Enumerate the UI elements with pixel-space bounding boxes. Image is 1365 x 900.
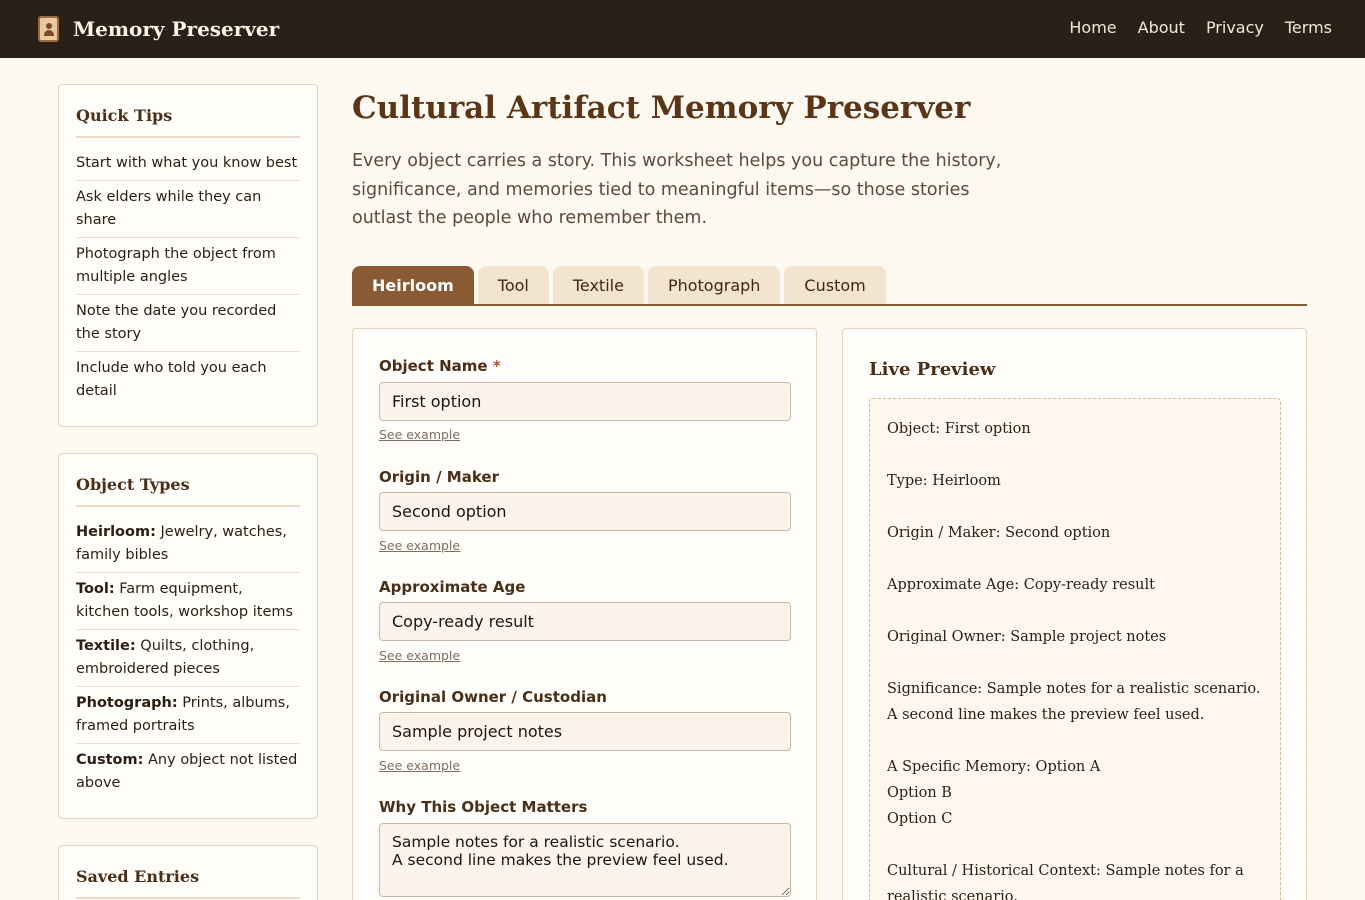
required-marker: * xyxy=(492,357,501,375)
owner-label: Original Owner / Custodian xyxy=(379,688,607,706)
quick-tips-heading: Quick Tips xyxy=(76,106,173,125)
owner-input[interactable] xyxy=(379,712,791,751)
preview-line: Approximate Age: Copy-ready result xyxy=(887,577,1155,593)
origin-input[interactable] xyxy=(379,492,791,531)
tip-item: Photograph the object from multiple angl… xyxy=(76,238,300,295)
object-type-item: Heirloom: Jewelry, watches, family bible… xyxy=(76,516,300,573)
preview-line: Object: First option xyxy=(887,421,1031,437)
worksheet-form: Object Name * See example Origin / Maker… xyxy=(352,328,817,900)
preview-line: Option C xyxy=(887,811,953,827)
preview-output: Object: First option Type: Heirloom Orig… xyxy=(869,398,1281,900)
object-name-input[interactable] xyxy=(379,382,791,421)
tip-item: Note the date you recorded the story xyxy=(76,295,300,352)
object-types-card: Object Types Heirloom: Jewelry, watches,… xyxy=(58,453,318,819)
significance-textarea[interactable]: Sample notes for a realistic scenario. A… xyxy=(379,823,791,897)
object-type-tabs: Heirloom Tool Textile Photograph Custom xyxy=(352,266,886,305)
tab-photograph[interactable]: Photograph xyxy=(647,266,781,305)
tab-custom[interactable]: Custom xyxy=(784,266,886,305)
live-preview-heading: Live Preview xyxy=(869,359,996,380)
brand[interactable]: Memory Preserver xyxy=(38,14,279,44)
nav-privacy-link[interactable]: Privacy xyxy=(1206,18,1264,37)
preview-line: A second line makes the preview feel use… xyxy=(887,707,1205,723)
saved-entries-heading: Saved Entries xyxy=(76,867,200,886)
preview-line: A Specific Memory: Option A xyxy=(887,759,1101,775)
tip-item: Include who told you each detail xyxy=(76,360,267,399)
tab-tool[interactable]: Tool xyxy=(477,266,549,305)
tip-item: Start with what you know best xyxy=(76,147,300,181)
preview-line: Original Owner: Sample project notes xyxy=(887,629,1167,645)
age-example-link[interactable]: See example xyxy=(379,648,460,663)
origin-label: Origin / Maker xyxy=(379,468,499,486)
live-preview-card: Live Preview Object: First option Type: … xyxy=(842,328,1307,900)
age-label: Approximate Age xyxy=(379,578,526,596)
saved-entries-card: Saved Entries xyxy=(58,845,318,900)
object-type-item: Textile: Quilts, clothing, embroidered p… xyxy=(76,630,300,687)
object-type-item: Tool: Farm equipment, kitchen tools, wor… xyxy=(76,573,300,630)
object-name-example-link[interactable]: See example xyxy=(379,427,460,442)
object-type-item: Photograph: Prints, albums, framed portr… xyxy=(76,687,300,744)
significance-label: Why This Object Matters xyxy=(379,798,588,816)
tab-divider xyxy=(352,304,1307,306)
nav-about-link[interactable]: About xyxy=(1138,18,1185,37)
preview-line: Origin / Maker: Second option xyxy=(887,525,1111,541)
tip-item: Ask elders while they can share xyxy=(76,181,300,238)
quick-tips-list: Start with what you know best Ask elders… xyxy=(76,147,300,408)
object-type-item: Custom: Any object not listed above xyxy=(76,752,298,791)
preview-line: Significance: Sample notes for a realist… xyxy=(887,681,1261,697)
intro-text: Every object carries a story. This works… xyxy=(352,151,1002,228)
app-title: Memory Preserver xyxy=(73,17,280,41)
tab-textile[interactable]: Textile xyxy=(552,266,644,305)
nav-home-link[interactable]: Home xyxy=(1069,18,1116,37)
owner-example-link[interactable]: See example xyxy=(379,758,460,773)
portrait-frame-icon xyxy=(38,16,59,42)
preview-line: Option B xyxy=(887,785,952,801)
object-name-label: Object Name * xyxy=(379,357,501,375)
main-nav: Home About Privacy Terms xyxy=(1069,18,1332,37)
origin-example-link[interactable]: See example xyxy=(379,538,460,553)
nav-terms-link[interactable]: Terms xyxy=(1285,18,1332,37)
tab-heirloom[interactable]: Heirloom xyxy=(352,266,474,305)
object-types-list: Heirloom: Jewelry, watches, family bible… xyxy=(76,516,300,800)
age-input[interactable] xyxy=(379,602,791,641)
preview-line: Cultural / Historical Context: Sample no… xyxy=(887,863,1244,900)
top-bar: Memory Preserver Home About Privacy Term… xyxy=(0,0,1365,58)
object-types-heading: Object Types xyxy=(76,475,190,494)
page-title: Cultural Artifact Memory Preserver xyxy=(352,90,971,126)
preview-line: Type: Heirloom xyxy=(887,473,1001,489)
quick-tips-card: Quick Tips Start with what you know best… xyxy=(58,84,318,427)
